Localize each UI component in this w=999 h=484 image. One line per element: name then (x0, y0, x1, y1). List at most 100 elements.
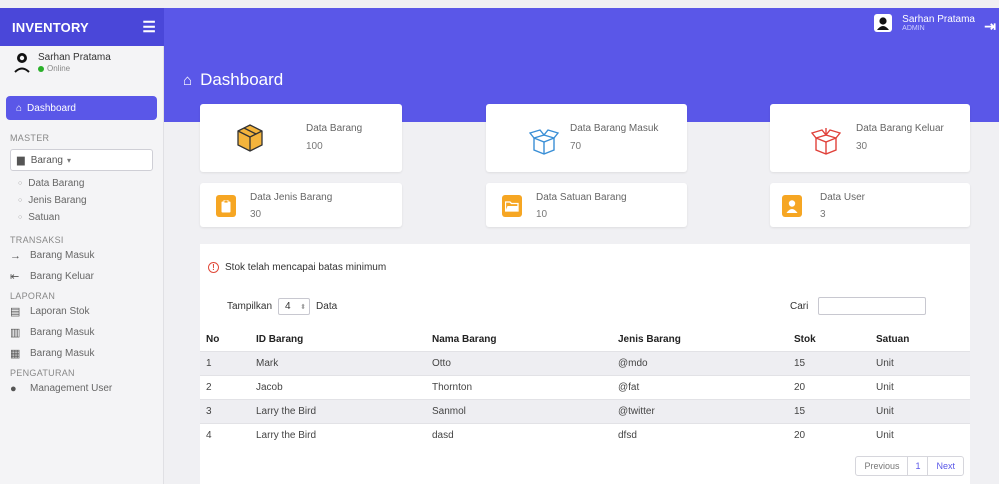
card-data-barang-masuk[interactable]: Data Barang Masuk 70 (486, 104, 687, 172)
page-title: ⌂ Dashboard (183, 70, 283, 90)
sidebar-item-label: Management User (30, 383, 113, 394)
sidebar-item-jenis-barang[interactable]: ○ Jenis Barang (0, 192, 163, 209)
sidebar-dropdown-barang[interactable]: ▆ Barang ▾ (10, 149, 153, 171)
user-icon: ● (10, 382, 17, 395)
report-icon: ▤ (10, 306, 21, 318)
table-cell: 1 (200, 351, 250, 375)
table-cell: 3 (200, 399, 250, 423)
page-title-text: Dashboard (200, 70, 284, 89)
table-cell: 15 (788, 399, 870, 423)
card-label: Data Barang Masuk (570, 123, 659, 134)
table-cell: 20 (794, 381, 806, 393)
sidebar-item-label: Jenis Barang (28, 195, 87, 206)
table-cell: Unit (870, 351, 970, 375)
pagination-next-button[interactable]: Next (928, 457, 963, 475)
sign-in-icon: → (10, 249, 21, 262)
sidebar-item-label: Barang Masuk (30, 250, 95, 261)
table-cell: dasd (432, 429, 454, 441)
table-row[interactable]: 3 Larry the Bird Sanmol @twitter 15 Unit (200, 399, 970, 423)
sidebar-item-label: Data Barang (28, 178, 85, 189)
table-cell: Sanmol (426, 399, 612, 423)
sign-out-icon: ⇤ (10, 271, 20, 283)
column-header[interactable]: Satuan (870, 329, 970, 351)
section-pengaturan: PENGATURAN (10, 368, 75, 378)
table-row[interactable]: 4 Larry the Bird dasd dfsd 20 Unit (200, 423, 970, 447)
card-data-jenis-barang[interactable]: Data Jenis Barang 30 (200, 183, 402, 227)
sidebar-item-laporan-barang-masuk-2[interactable]: ▦ Barang Masuk (0, 343, 163, 364)
file-in-icon: ▥ (10, 327, 21, 339)
column-header[interactable]: ID Barang (250, 329, 426, 351)
sidebar-item-label: Laporan Stok (30, 306, 90, 317)
sidebar-item-label: Barang Masuk (30, 348, 95, 359)
table-cell: @twitter (612, 399, 788, 423)
card-value: 30 (250, 209, 262, 220)
sidebar-item-label: Satuan (28, 212, 60, 223)
sidebar-item-label: Dashboard (27, 102, 76, 114)
search-control: Cari (790, 297, 927, 315)
archive-icon: ▆ (17, 154, 25, 166)
open-box-icon (528, 126, 560, 159)
table-cell: 2 (206, 381, 212, 393)
status-text: Online (47, 64, 71, 73)
table-row[interactable]: 1 Mark Otto @mdo 15 Unit (200, 351, 970, 375)
sidebar-item-laporan-barang-masuk[interactable]: ▥ Barang Masuk (0, 322, 163, 343)
hamburger-menu-icon[interactable]: ☰ (142, 18, 156, 36)
search-input[interactable] (818, 297, 927, 315)
column-header[interactable]: Nama Barang (426, 329, 612, 351)
card-value: 30 (856, 141, 868, 152)
user-icon (782, 195, 802, 217)
card-label: Data Barang (306, 123, 363, 134)
column-header[interactable]: Stok (788, 329, 870, 351)
table-cell: Unit (870, 399, 970, 423)
table-cell: Thornton (432, 381, 473, 393)
sidebar-item-barang-masuk[interactable]: → Barang Masuk (0, 245, 163, 266)
table-cell: Jacob (256, 381, 283, 393)
dropdown-label: Barang (30, 154, 63, 166)
card-data-user[interactable]: Data User 3 (770, 183, 970, 227)
pagination-previous-button[interactable]: Previous (856, 457, 907, 475)
sidebar-item-laporan-stok[interactable]: ▤ Laporan Stok (0, 301, 163, 322)
circle-bullet-icon: ○ (18, 180, 23, 187)
card-data-barang-keluar[interactable]: Data Barang Keluar 30 (770, 104, 970, 172)
card-data-barang[interactable]: Data Barang 100 (200, 104, 402, 172)
sidebar-user-name: Sarhan Pratama (38, 52, 111, 63)
sidebar: Sarhan Pratama Online ⌂ Dashboard MASTER… (0, 46, 164, 484)
section-transaksi: TRANSAKSI (10, 235, 64, 245)
table-header-row: No ID Barang Nama Barang Jenis Barang St… (200, 329, 970, 351)
table-row[interactable]: 2 Jacob Thornton @fat 20 Unit (200, 375, 970, 399)
top-user-role: ADMIN (902, 25, 925, 32)
column-header[interactable]: No (200, 329, 250, 351)
top-user-name: Sarhan Pratama (902, 14, 975, 25)
stepper-arrows-icon[interactable]: ⬍ (300, 303, 306, 311)
page-size-value: 4 (285, 301, 291, 312)
sidebar-avatar-icon (14, 53, 30, 73)
logout-icon[interactable]: ⇥ (984, 18, 996, 35)
sidebar-item-management-user[interactable]: ● Management User (0, 378, 163, 399)
card-value: 3 (820, 209, 826, 220)
table-cell: 15 (788, 351, 870, 375)
sidebar-item-dashboard[interactable]: ⌂ Dashboard (6, 96, 157, 120)
top-user-menu[interactable]: Sarhan Pratama ADMIN (874, 14, 975, 32)
open-box-red-icon (810, 126, 842, 159)
user-avatar-icon (874, 14, 893, 32)
sidebar-item-data-barang[interactable]: ○ Data Barang (0, 175, 163, 192)
sidebar-item-satuan[interactable]: ○ Satuan (0, 209, 163, 226)
column-header[interactable]: Jenis Barang (612, 329, 788, 351)
table-cell: dfsd (618, 429, 637, 441)
file-out-icon: ▦ (10, 348, 21, 360)
clipboard-icon (216, 195, 236, 217)
card-value: 10 (536, 209, 548, 220)
brand[interactable]: INVENTORY ☰ (0, 8, 164, 46)
brand-title: INVENTORY (12, 19, 89, 35)
page-size-control: Tampilkan 4 ⬍ Data (227, 298, 337, 315)
table-cell: @fat (618, 381, 640, 393)
circle-bullet-icon: ○ (18, 214, 23, 221)
sidebar-user-panel: Sarhan Pratama Online (0, 46, 163, 90)
sidebar-item-label: Barang Masuk (30, 327, 95, 338)
card-data-satuan-barang[interactable]: Data Satuan Barang 10 (486, 183, 687, 227)
page-size-input[interactable]: 4 ⬍ (278, 298, 311, 315)
sidebar-item-barang-keluar[interactable]: ⇤ Barang Keluar (0, 266, 163, 287)
pagination-page-button[interactable]: 1 (907, 457, 929, 475)
table-cell: Mark (250, 351, 426, 375)
online-dot-icon (38, 65, 44, 72)
